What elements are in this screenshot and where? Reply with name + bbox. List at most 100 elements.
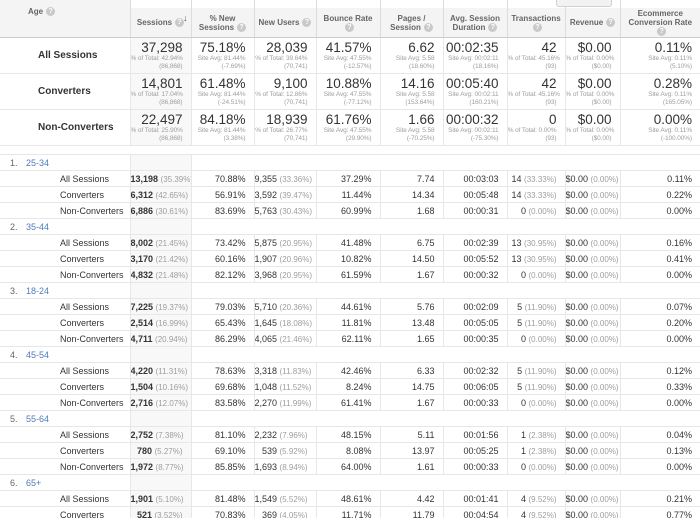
revenue-cell: $0.00 (0.00%) xyxy=(564,426,620,443)
summary-row: Non-Converters 22,497% of Total: 25.90%(… xyxy=(0,109,700,146)
sessions-cell: 37,298% of Total: 42.94% (86,868) xyxy=(129,37,191,74)
new-users-cell: 4,065 (21.46%) xyxy=(253,330,316,347)
sessions-cell: 22,497% of Total: 25.90% (86,868) xyxy=(129,109,191,146)
column-header-age[interactable]: Age? xyxy=(0,0,130,39)
session-duration-cell: 00:00:31 xyxy=(442,202,507,219)
column-header-bounce-rate[interactable]: Bounce Rate? xyxy=(315,0,380,39)
revenue-cell: $0.00 (0.00%) xyxy=(564,458,620,475)
segment-row-label: All Sessions xyxy=(60,301,110,312)
revenue-cell: $0.00% of Total: 0.00% ($0.00) xyxy=(564,73,620,110)
new-users-cell: 5,875 (20.95%) xyxy=(253,234,316,251)
ecommerce-conversion-rate-cell: 0.77% xyxy=(619,506,700,518)
transactions-cell: 13 (30.95%) xyxy=(506,234,565,251)
bounce-rate-cell: 61.59% xyxy=(315,266,380,283)
age-range-link[interactable]: 55-64 xyxy=(26,414,49,424)
new-users-cell: 9,355 (33.36%) xyxy=(253,170,316,187)
pages-session-cell: 6.62 Site Avg: 5.58 (18.60%) xyxy=(379,37,443,74)
ecommerce-conversion-rate-cell: 0.33% xyxy=(619,378,700,395)
segment-row: Non-Converters 4,711 (20.94%) 86.29% 4,0… xyxy=(0,330,700,347)
segment-row: All Sessions 4,220 (11.31%) 78.63% 3,318… xyxy=(0,362,700,379)
segment-row: Non-Converters 2,716 (12.07%) 83.58% 2,2… xyxy=(0,394,700,411)
column-header-percent-new-sessions[interactable]: % New Sessions? xyxy=(190,0,254,39)
help-icon[interactable]: ? xyxy=(46,7,56,17)
new-users-cell: 5,763 (30.43%) xyxy=(253,202,316,219)
help-icon[interactable]: ? xyxy=(533,22,542,32)
segment-row: Converters 6,312 (42.65%) 56.91% 3,592 (… xyxy=(0,186,700,203)
pages-session-cell: 1.67 xyxy=(379,394,443,411)
new-sessions-cell: 60.16% xyxy=(190,250,254,267)
segment-row-label: Converters xyxy=(60,189,105,200)
age-demographics-report: Age? Sessions? ↓ % New Sessions? New User… xyxy=(0,0,700,518)
session-duration-cell: 00:05:05 xyxy=(442,314,507,331)
help-icon[interactable]: ? xyxy=(237,22,247,32)
help-icon[interactable]: ? xyxy=(657,27,667,37)
segment-row: All Sessions 2,752 (7.38%) 81.10% 2,232 … xyxy=(0,426,700,443)
bounce-rate-cell: 44.61% xyxy=(315,298,380,315)
transactions-cell: 14 (33.33%) xyxy=(506,186,565,203)
sessions-cell xyxy=(129,346,192,363)
help-icon[interactable]: ? xyxy=(302,18,312,28)
column-header-sessions[interactable]: Sessions? ↓ xyxy=(129,0,191,39)
transactions-cell: 5 (11.90%) xyxy=(506,314,565,331)
column-label: Bounce Rate xyxy=(323,13,373,23)
column-label: Sessions xyxy=(136,18,173,27)
new-users-cell: 3,968 (20.95%) xyxy=(253,266,316,283)
new-sessions-cell: 83.69% xyxy=(190,202,254,219)
pages-session-cell: 5.11 xyxy=(379,426,443,443)
column-header-ecommerce-conversion-rate[interactable]: Ecommerce Conversion Rate? xyxy=(619,0,700,39)
ecommerce-conversion-rate-cell: 0.16% xyxy=(619,234,700,251)
bounce-rate-cell: 60.99% xyxy=(315,202,380,219)
help-icon[interactable]: ? xyxy=(423,22,433,32)
age-range-link[interactable]: 35-44 xyxy=(26,222,49,232)
new-sessions-cell: 73.42% xyxy=(190,234,254,251)
sessions-cell: 13,198 (35.39%) xyxy=(129,170,191,187)
ecommerce-conversion-rate-cell: 0.00% Site Avg: 0.11% (-100.00%) xyxy=(619,109,700,146)
bounce-rate-cell: 11.71% xyxy=(315,506,380,518)
pages-session-cell: 6.33 xyxy=(379,362,443,379)
ecommerce-conversion-rate-cell: 0.13% xyxy=(619,442,700,459)
session-duration-cell: 00:00:32 Site Avg: 00:02:11 (-75.30%) xyxy=(442,109,507,146)
revenue-cell: $0.00 (0.00%) xyxy=(564,490,620,507)
bounce-rate-cell: 8.08% xyxy=(315,442,380,459)
empty-cell xyxy=(191,219,700,235)
age-range-link[interactable]: 45-54 xyxy=(26,350,49,360)
new-sessions-cell: 85.85% xyxy=(190,458,254,475)
help-icon[interactable]: ? xyxy=(606,18,616,28)
partial-toolbar-button[interactable] xyxy=(556,0,612,7)
new-sessions-cell: 75.18% Site Avg: 81.44% (-7.69%) xyxy=(190,37,254,74)
help-icon[interactable]: ? xyxy=(345,22,354,32)
revenue-cell: $0.00 (0.00%) xyxy=(564,234,620,251)
new-users-cell: 18,939% of Total: 26.77% (70,741) xyxy=(253,109,316,146)
bounce-rate-cell: 62.11% xyxy=(315,330,380,347)
transactions-cell: 1 (2.38%) xyxy=(506,426,565,443)
bounce-rate-cell: 10.88% Site Avg: 47.55% (-77.12%) xyxy=(315,73,380,110)
pages-session-cell: 1.67 xyxy=(379,266,443,283)
column-header-pages-session[interactable]: Pages / Session? xyxy=(379,0,443,39)
section-spacer xyxy=(0,146,700,155)
column-header-new-users[interactable]: New Users? xyxy=(253,0,316,39)
transactions-cell: 4 (9.52%) xyxy=(506,490,565,507)
bounce-rate-cell: 42.46% xyxy=(315,362,380,379)
sessions-cell: 6,886 (30.61%) xyxy=(129,202,191,219)
new-users-cell: 28,039% of Total: 39.64% (70,741) xyxy=(253,37,316,74)
new-users-cell: 2,270 (11.99%) xyxy=(253,394,316,411)
row-number: 5. xyxy=(10,413,18,424)
column-label: Ecommerce Conversion Rate xyxy=(628,9,693,27)
bounce-rate-cell: 61.41% xyxy=(315,394,380,411)
age-range-link[interactable]: 25-34 xyxy=(26,158,49,168)
age-range-link[interactable]: 18-24 xyxy=(26,286,49,296)
revenue-cell: $0.00 (0.00%) xyxy=(564,186,620,203)
age-range-link[interactable]: 65+ xyxy=(26,478,41,488)
revenue-cell: $0.00 (0.00%) xyxy=(564,442,620,459)
sessions-cell: 1,504 (10.16%) xyxy=(129,378,191,395)
empty-cell xyxy=(191,155,700,171)
pages-session-cell: 14.50 xyxy=(379,250,443,267)
new-sessions-cell: 79.03% xyxy=(190,298,254,315)
age-group-label-cell: 6. 65+ xyxy=(0,475,130,491)
session-duration-cell: 00:01:56 xyxy=(442,426,507,443)
ecommerce-conversion-rate-cell: 0.28% Site Avg: 0.11% (165.05%) xyxy=(619,73,700,110)
age-group-label-cell: 3. 18-24 xyxy=(0,283,130,299)
session-duration-cell: 00:00:32 xyxy=(442,266,507,283)
column-header-avg-session-duration[interactable]: Avg. Session Duration? xyxy=(442,0,507,39)
help-icon[interactable]: ? xyxy=(488,22,498,32)
